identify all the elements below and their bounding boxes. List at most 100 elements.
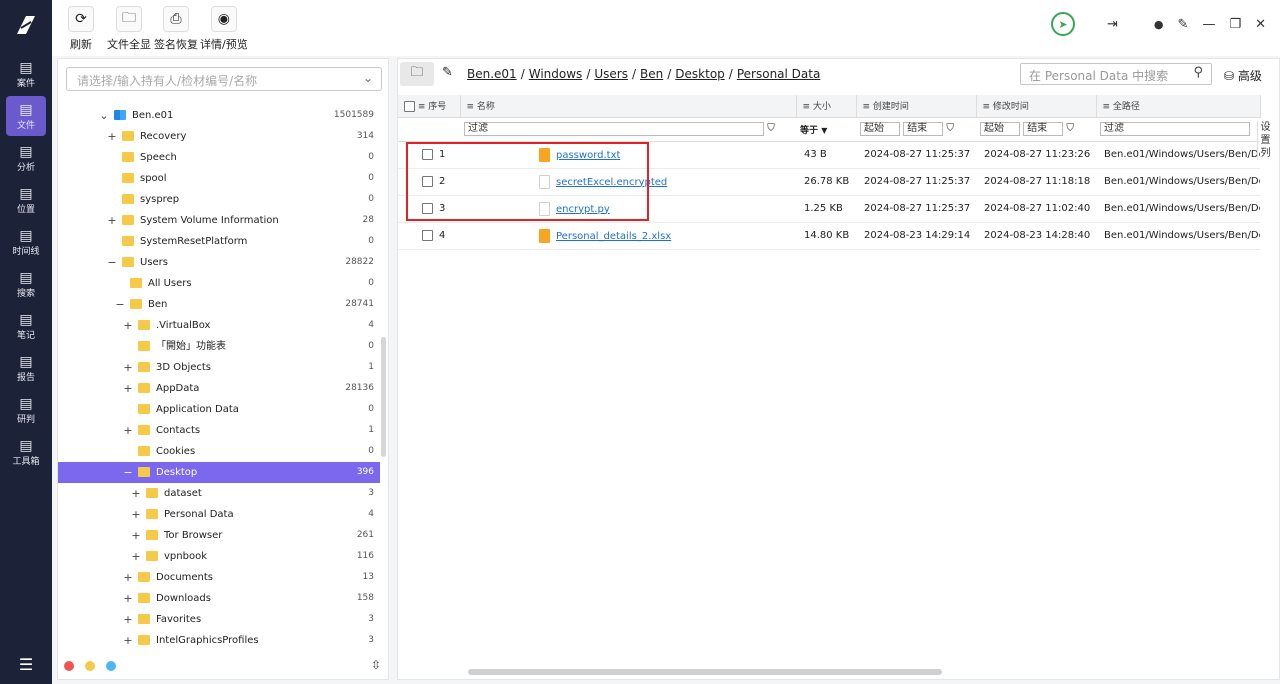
- expand-icon[interactable]: +: [131, 525, 141, 546]
- rail-item-timeline[interactable]: ▤ 时间线: [6, 222, 46, 262]
- tree-node[interactable]: + vpnbook 116: [58, 546, 380, 567]
- expand-icon[interactable]: +: [123, 567, 133, 588]
- tree-node[interactable]: + Tor Browser 261: [58, 525, 380, 546]
- collapse-icon[interactable]: −: [123, 462, 133, 483]
- rail-item-note[interactable]: ▤ 笔记: [6, 306, 46, 346]
- user-icon[interactable]: ●: [1154, 18, 1164, 31]
- expand-icon[interactable]: +: [123, 588, 133, 609]
- breadcrumb-item[interactable]: Windows: [529, 67, 583, 81]
- tree-node[interactable]: + Downloads 158: [58, 588, 380, 609]
- folder-view-button[interactable]: 🗀: [400, 62, 434, 86]
- red-dot-icon[interactable]: [64, 661, 74, 671]
- rail-item-file[interactable]: ▤ 文件: [6, 96, 46, 136]
- expand-icon[interactable]: +: [123, 609, 133, 630]
- expand-icon[interactable]: +: [123, 378, 133, 399]
- breadcrumb-item[interactable]: Ben: [640, 67, 663, 81]
- tree-node[interactable]: + Personal Data 4: [58, 504, 380, 525]
- expand-icon[interactable]: +: [107, 210, 117, 231]
- collapse-icon[interactable]: −: [115, 294, 125, 315]
- expand-icon[interactable]: +: [131, 546, 141, 567]
- collapse-all-icon[interactable]: ⇳: [371, 658, 381, 672]
- tree-node[interactable]: − Users 28822: [58, 252, 380, 273]
- tree-node[interactable]: − Desktop 396: [58, 462, 380, 483]
- tree-node[interactable]: Application Data 0: [58, 399, 380, 420]
- yellow-dot-icon[interactable]: [85, 661, 95, 671]
- select-all-checkbox[interactable]: [404, 101, 415, 113]
- filter-icon[interactable]: ⛉: [1066, 123, 1074, 134]
- expand-icon[interactable]: +: [123, 420, 133, 441]
- horizontal-scrollbar[interactable]: [468, 669, 942, 675]
- tree-node[interactable]: + .VirtualBox 4: [58, 315, 380, 336]
- tree-scrollbar[interactable]: [381, 337, 386, 457]
- name-filter-input[interactable]: 过滤: [464, 122, 764, 136]
- column-settings-tab[interactable]: 设置列: [1257, 121, 1271, 160]
- column-modified-header[interactable]: ≡ 修改时间: [976, 95, 1097, 118]
- breadcrumb-item[interactable]: Desktop: [675, 67, 725, 81]
- tree-node[interactable]: + dataset 3: [58, 483, 380, 504]
- tree-node[interactable]: + Documents 13: [58, 567, 380, 588]
- close-icon[interactable]: ✕: [1255, 17, 1266, 32]
- tree-node[interactable]: Cookies 0: [58, 441, 380, 462]
- restore-icon[interactable]: ❐: [1229, 17, 1241, 32]
- created-end-input[interactable]: 结束: [903, 122, 944, 136]
- tree-node[interactable]: spool 0: [58, 168, 380, 189]
- chevron-down-icon[interactable]: ▼: [821, 126, 827, 135]
- expand-icon[interactable]: +: [131, 504, 141, 525]
- advanced-search-button[interactable]: ⛁ 高级: [1224, 67, 1262, 84]
- tree-node[interactable]: Speech 0: [58, 147, 380, 168]
- column-path-header[interactable]: ≡ 全路径: [1096, 95, 1261, 118]
- refresh-button[interactable]: ⟳ 刷新: [68, 6, 94, 52]
- file-name-link[interactable]: Personal_details_2.xlsx: [556, 231, 671, 242]
- folder-search-input[interactable]: 在 Personal Data 中搜索 ⚲: [1020, 63, 1212, 85]
- tree-node[interactable]: ⌄ Ben.e01 1501589: [58, 105, 380, 126]
- column-index-header[interactable]: ≡ 序号: [398, 95, 461, 118]
- evidence-search-input[interactable]: 请选择/输入持有人/检材编号/名称 ⌄: [66, 67, 382, 91]
- minimize-icon[interactable]: —: [1202, 17, 1215, 32]
- tree-node[interactable]: sysprep 0: [58, 189, 380, 210]
- breadcrumb-item[interactable]: Users: [594, 67, 628, 81]
- column-created-header[interactable]: ≡ 创建时间: [856, 95, 977, 118]
- filter-icon[interactable]: ⛉: [946, 123, 954, 134]
- rail-item-judge[interactable]: ▤ 研判: [6, 390, 46, 430]
- menu-icon[interactable]: ☰: [0, 655, 52, 674]
- modified-start-input[interactable]: 起始: [980, 122, 1020, 136]
- rail-item-case[interactable]: ▤ 案件: [6, 54, 46, 94]
- expand-icon[interactable]: +: [131, 483, 141, 504]
- tree-node[interactable]: + AppData 28136: [58, 378, 380, 399]
- path-filter-input[interactable]: 过滤: [1100, 122, 1250, 136]
- expand-icon[interactable]: +: [107, 126, 117, 147]
- signature-recover-button[interactable]: ⎙ 签名恢复: [154, 6, 198, 52]
- rail-item-search[interactable]: ▤ 搜索: [6, 264, 46, 304]
- expand-icon[interactable]: +: [123, 630, 133, 651]
- tree-node[interactable]: + Favorites 3: [58, 609, 380, 630]
- rail-item-analysis[interactable]: ▤ 分析: [6, 138, 46, 178]
- modified-end-input[interactable]: 结束: [1023, 122, 1064, 136]
- tree-node[interactable]: + IntelGraphicsProfiles 3: [58, 630, 380, 651]
- column-size-header[interactable]: ≡ 大小: [796, 95, 857, 118]
- tree-node[interactable]: − Ben 28741: [58, 294, 380, 315]
- chevron-down-icon[interactable]: ⌄: [363, 71, 373, 85]
- send-icon[interactable]: ➤: [1051, 12, 1076, 36]
- export-icon[interactable]: ⇥: [1107, 17, 1118, 32]
- rail-item-location[interactable]: ▤ 位置: [6, 180, 46, 220]
- tree-node[interactable]: +3D Objects 1: [58, 357, 380, 378]
- filter-icon[interactable]: ⛉: [767, 123, 775, 134]
- tree-node[interactable]: + System Volume Information 28: [58, 210, 380, 231]
- breadcrumb-item[interactable]: Personal Data: [737, 67, 820, 81]
- edit-path-icon[interactable]: ✎: [442, 65, 453, 80]
- expand-icon[interactable]: +: [123, 357, 133, 378]
- collapse-icon[interactable]: ⌄: [99, 105, 109, 126]
- breadcrumb-item[interactable]: Ben.e01: [467, 67, 517, 81]
- tree-node[interactable]: + Recovery 314: [58, 126, 380, 147]
- column-name-header[interactable]: ≡ 名称: [460, 95, 797, 118]
- detail-preview-button[interactable]: ◉ 详情/预览: [200, 6, 248, 52]
- search-icon[interactable]: ⚲: [1193, 65, 1203, 80]
- pin-icon[interactable]: ✎: [1178, 17, 1189, 32]
- table-row[interactable]: 4 Personal_details_2.xlsx 14.80 KB 2024-08-…: [398, 222, 1260, 250]
- created-start-input[interactable]: 起始: [860, 122, 900, 136]
- rail-item-toolbox[interactable]: ▤ 工具箱: [6, 432, 46, 472]
- rail-item-report[interactable]: ▤ 报告: [6, 348, 46, 388]
- tree-node[interactable]: SystemResetPlatform 0: [58, 231, 380, 252]
- tree-node[interactable]: 「開始」功能表 0: [58, 336, 380, 357]
- blue-dot-icon[interactable]: [106, 661, 116, 671]
